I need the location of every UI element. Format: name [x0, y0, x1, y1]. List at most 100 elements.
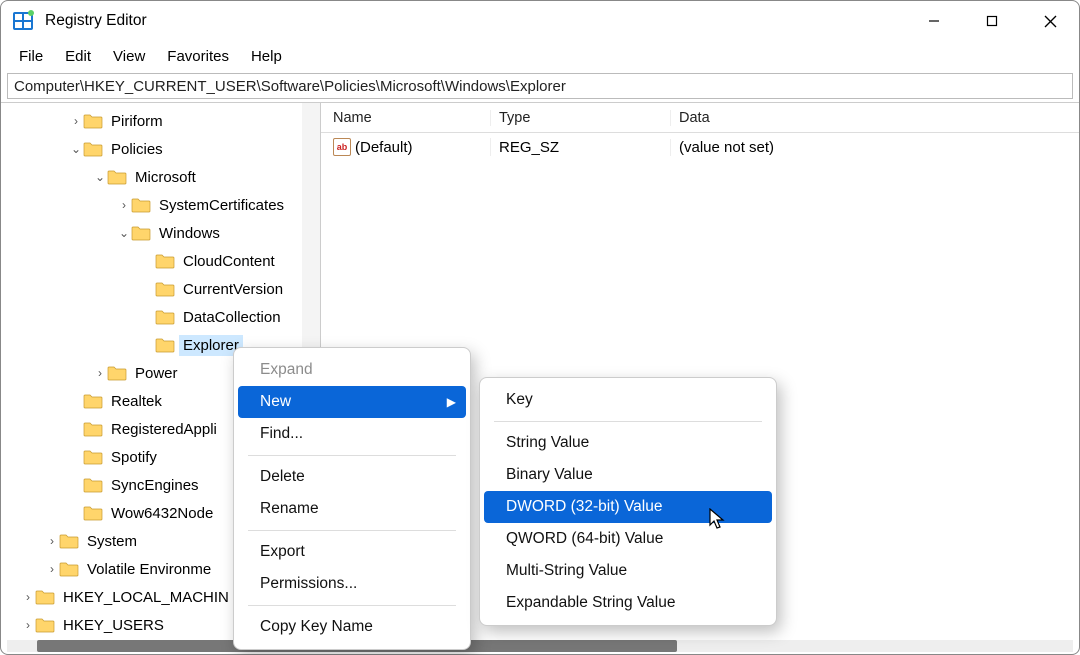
- chevron-right-icon[interactable]: ›: [21, 618, 35, 632]
- list-header: Name Type Data: [321, 103, 1079, 133]
- tree-item[interactable]: CloudContent: [1, 247, 320, 275]
- tree-item-label: SyncEngines: [107, 475, 203, 496]
- menu-item[interactable]: Find...: [238, 418, 466, 450]
- folder-icon: [35, 589, 55, 605]
- minimize-button[interactable]: [905, 1, 963, 41]
- column-data[interactable]: Data: [671, 110, 1079, 126]
- folder-icon: [83, 421, 103, 437]
- tree-item[interactable]: ⌄ Microsoft: [1, 163, 320, 191]
- folder-icon: [83, 505, 103, 521]
- app-title: Registry Editor: [45, 12, 147, 30]
- tree-item-label: CurrentVersion: [179, 279, 287, 300]
- horizontal-scrollbar[interactable]: [7, 640, 1073, 652]
- folder-icon: [83, 477, 103, 493]
- tree-item-label: SystemCertificates: [155, 195, 288, 216]
- chevron-right-icon[interactable]: ›: [21, 590, 35, 604]
- folder-icon: [131, 197, 151, 213]
- folder-icon: [107, 169, 127, 185]
- tree-item[interactable]: › SystemCertificates: [1, 191, 320, 219]
- menu-item[interactable]: Copy Key Name: [238, 611, 466, 643]
- tree-item-label: Piriform: [107, 111, 167, 132]
- chevron-right-icon: ▶: [447, 395, 456, 409]
- menubar: File Edit View Favorites Help: [1, 41, 1079, 71]
- menu-favorites[interactable]: Favorites: [157, 45, 239, 68]
- menu-item[interactable]: String Value: [484, 427, 772, 459]
- context-submenu-new[interactable]: Key String ValueBinary ValueDWORD (32-bit…: [479, 377, 777, 626]
- tree-item[interactable]: ⌄ Policies: [1, 135, 320, 163]
- menu-edit[interactable]: Edit: [55, 45, 101, 68]
- chevron-down-icon[interactable]: ⌄: [93, 170, 107, 184]
- value-name: (Default): [355, 139, 413, 156]
- menu-item[interactable]: Export: [238, 536, 466, 568]
- folder-icon: [131, 225, 151, 241]
- menu-item[interactable]: Multi-String Value: [484, 555, 772, 587]
- menu-file[interactable]: File: [9, 45, 53, 68]
- folder-icon: [155, 337, 175, 353]
- list-row[interactable]: ab (Default) REG_SZ (value not set): [321, 133, 1079, 161]
- menu-item[interactable]: Key: [484, 384, 772, 416]
- folder-icon: [83, 141, 103, 157]
- column-type[interactable]: Type: [491, 110, 671, 126]
- chevron-right-icon[interactable]: ›: [117, 198, 131, 212]
- tree-item[interactable]: DataCollection: [1, 303, 320, 331]
- menu-item[interactable]: Delete: [238, 461, 466, 493]
- menu-separator: [248, 605, 456, 606]
- chevron-right-icon[interactable]: ›: [45, 534, 59, 548]
- address-bar[interactable]: Computer\HKEY_CURRENT_USER\Software\Poli…: [7, 73, 1073, 99]
- tree-item[interactable]: › Piriform: [1, 107, 320, 135]
- menu-separator: [248, 530, 456, 531]
- folder-icon: [155, 309, 175, 325]
- tree-item-label: HKEY_USERS: [59, 615, 168, 636]
- tree-item-label: Power: [131, 363, 182, 384]
- tree-item-label: Policies: [107, 139, 167, 160]
- string-value-icon: ab: [333, 138, 351, 156]
- menu-help[interactable]: Help: [241, 45, 292, 68]
- folder-icon: [155, 253, 175, 269]
- close-button[interactable]: [1021, 1, 1079, 41]
- tree-item-label: System: [83, 531, 141, 552]
- tree-item-label: HKEY_LOCAL_MACHIN: [59, 587, 233, 608]
- value-data: (value not set): [671, 139, 1079, 156]
- tree-item-label: Microsoft: [131, 167, 200, 188]
- folder-icon: [59, 561, 79, 577]
- tree-item-label: DataCollection: [179, 307, 285, 328]
- titlebar: Registry Editor: [1, 1, 1079, 41]
- menu-item: Expand: [238, 354, 466, 386]
- folder-icon: [83, 113, 103, 129]
- menu-item[interactable]: New▶: [238, 386, 466, 418]
- folder-icon: [83, 449, 103, 465]
- menu-separator: [494, 421, 762, 422]
- menu-item[interactable]: DWORD (32-bit) Value: [484, 491, 772, 523]
- menu-item[interactable]: Expandable String Value: [484, 587, 772, 619]
- window-controls: [905, 1, 1079, 41]
- chevron-right-icon[interactable]: ›: [45, 562, 59, 576]
- chevron-down-icon[interactable]: ⌄: [69, 142, 83, 156]
- tree-item-label: Volatile Environme: [83, 559, 215, 580]
- tree-item[interactable]: ⌄ Windows: [1, 219, 320, 247]
- folder-icon: [59, 533, 79, 549]
- tree-item-label: RegisteredAppli: [107, 419, 221, 440]
- folder-icon: [107, 365, 127, 381]
- chevron-down-icon[interactable]: ⌄: [117, 226, 131, 240]
- menu-item[interactable]: QWORD (64-bit) Value: [484, 523, 772, 555]
- folder-icon: [155, 281, 175, 297]
- regedit-app-icon: [11, 9, 35, 33]
- menu-item[interactable]: Permissions...: [238, 568, 466, 600]
- column-name[interactable]: Name: [321, 110, 491, 126]
- folder-icon: [83, 393, 103, 409]
- tree-item[interactable]: CurrentVersion: [1, 275, 320, 303]
- chevron-right-icon[interactable]: ›: [69, 114, 83, 128]
- tree-item-label: Wow6432Node: [107, 503, 217, 524]
- tree-item-label: Realtek: [107, 391, 166, 412]
- menu-separator: [248, 455, 456, 456]
- context-menu[interactable]: ExpandNew▶Find... DeleteRename ExportPermi…: [233, 347, 471, 650]
- value-type: REG_SZ: [491, 139, 671, 156]
- tree-item-label: Spotify: [107, 447, 161, 468]
- chevron-right-icon[interactable]: ›: [93, 366, 107, 380]
- menu-item[interactable]: Rename: [238, 493, 466, 525]
- maximize-button[interactable]: [963, 1, 1021, 41]
- tree-item-label: Windows: [155, 223, 224, 244]
- menu-item[interactable]: Binary Value: [484, 459, 772, 491]
- menu-view[interactable]: View: [103, 45, 155, 68]
- tree-item-label: CloudContent: [179, 251, 279, 272]
